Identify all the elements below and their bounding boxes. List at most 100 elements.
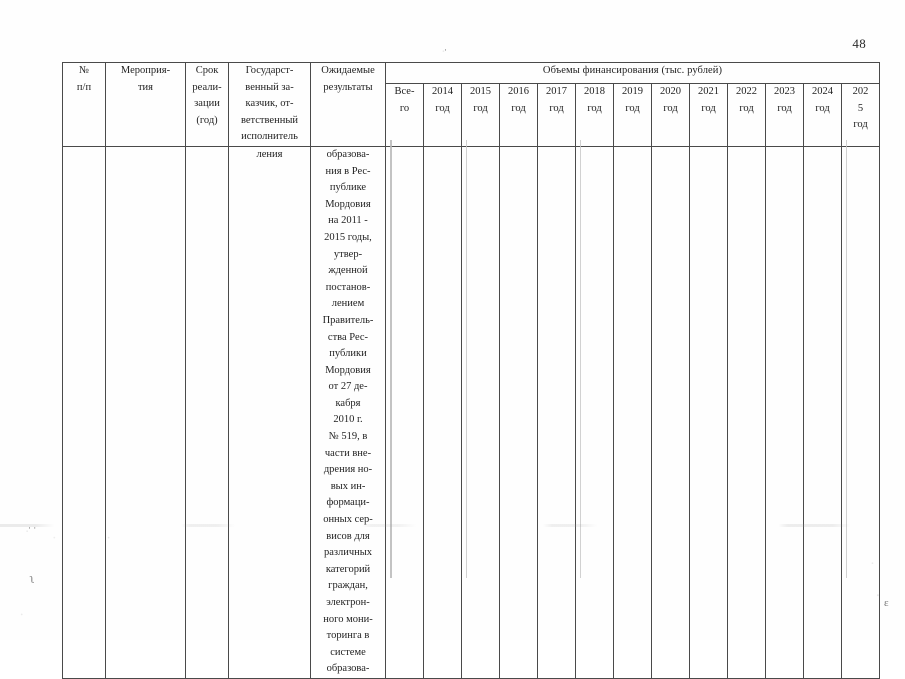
header-line: го xyxy=(399,102,410,114)
cell-text-line: утвер- xyxy=(333,248,363,260)
cell-year-2023 xyxy=(765,145,804,679)
header-cell-total: Все- го xyxy=(385,83,424,147)
cell-text-line: 2010 г. xyxy=(333,414,363,426)
header-line: год xyxy=(511,102,526,114)
cell-text-line: публике xyxy=(329,182,367,194)
cell-year-2020 xyxy=(651,145,690,679)
header-line: реали- xyxy=(192,81,222,93)
cell-text-line: вых ин- xyxy=(330,480,366,492)
header-line: год xyxy=(815,102,830,114)
cell-year-2016 xyxy=(499,145,538,679)
header-line: 2021 xyxy=(698,86,719,98)
cell-text-line: ления xyxy=(256,148,283,160)
cell-text-line: постанов- xyxy=(325,281,371,293)
cell-text-line: онных сер- xyxy=(323,514,373,526)
header-cell-year-2018: 2018 год xyxy=(575,83,614,147)
cell-total xyxy=(385,145,424,679)
header-line: 2018 xyxy=(584,86,605,98)
funding-table: № п/п Мероприя- тия Срок реали- зации (г… xyxy=(62,61,881,679)
header-line: Все- xyxy=(394,86,415,98)
header-line: год xyxy=(549,102,564,114)
cell-text-line: кабря xyxy=(335,397,361,409)
margin-speck: · · xyxy=(28,523,37,533)
header-cell-year-2021: 2021 год xyxy=(689,83,728,147)
header-cell-customer: Государст- венный за- казчик, от- ветств… xyxy=(228,62,311,147)
cell-text-line: ного мони- xyxy=(323,613,373,625)
cell-text-line: Правитель- xyxy=(322,314,374,326)
cell-text-line: на 2011 - xyxy=(328,215,368,227)
header-line: (год) xyxy=(196,114,218,126)
cell-text-line: граждан, xyxy=(328,580,368,592)
cell-text-line: жденной xyxy=(328,265,368,277)
header-line: п/п xyxy=(76,81,92,93)
header-cell-measure: Мероприя- тия xyxy=(105,62,186,147)
cell-text-line: электрон- xyxy=(326,597,370,608)
header-cell-year-2014: 2014 год xyxy=(423,83,462,147)
header-line: зации xyxy=(194,98,220,110)
cell-text-line: части вне- xyxy=(324,447,372,459)
cell-text-line: образова- xyxy=(326,663,370,675)
cell-year-2014 xyxy=(423,145,462,679)
cell-measure xyxy=(105,145,186,679)
header-line: год xyxy=(587,102,602,114)
cell-results: образова- ния в Рес- публике Мордовия на… xyxy=(310,145,386,679)
header-cell-year-2025: 202 5 год xyxy=(840,83,881,147)
header-line: 2015 xyxy=(470,86,491,98)
cell-text-line: ства Рес- xyxy=(327,331,369,343)
cell-text-line: № 519, в xyxy=(328,431,368,443)
cell-customer: ления xyxy=(228,145,311,679)
cell-text-line: системе xyxy=(330,646,366,658)
header-cell-term: Срок реали- зации (год) xyxy=(185,62,229,147)
header-line: Ожидаемые xyxy=(321,65,375,76)
cell-year-2018 xyxy=(575,145,614,679)
header-line: год xyxy=(625,102,640,114)
header-cell-year-2015: 2015 год xyxy=(461,83,500,147)
margin-pen-mark: ʅ xyxy=(30,574,35,586)
header-cell-results: Ожидаемые результаты xyxy=(310,62,386,147)
header-line: Мероприя- xyxy=(120,65,171,76)
header-line: венный за- xyxy=(245,81,294,93)
cell-text-line: публики xyxy=(329,348,367,360)
header-cell-year-2017: 2017 год xyxy=(537,83,576,147)
header-cell-year-2023: 2023 год xyxy=(765,83,804,147)
header-line: 2019 xyxy=(622,86,643,98)
header-line: год xyxy=(701,102,716,114)
cell-text-line: дрения но- xyxy=(323,464,373,476)
header-line: тия xyxy=(137,81,154,93)
header-cell-year-2020: 2020 год xyxy=(651,83,690,147)
table-header: № п/п Мероприя- тия Срок реали- зации (г… xyxy=(62,61,881,147)
cell-text-line: различных xyxy=(323,547,373,559)
header-cell-year-2024: 2024 год xyxy=(803,83,842,147)
header-line: казчик, от- xyxy=(245,98,294,110)
header-line: 2016 xyxy=(508,86,529,98)
cell-text-line: категорий xyxy=(325,563,371,575)
margin-pen-mark-right: ɛ xyxy=(884,597,889,609)
header-cell-year-2022: 2022 год xyxy=(727,83,766,147)
header-line: № xyxy=(78,65,90,76)
header-line: 202 xyxy=(852,86,869,98)
table-row: ления образова- ния в Рес- публике Мордо… xyxy=(62,145,881,679)
scanned-page: 48 № п/п Мероприя- тия Срок реали- зации… xyxy=(0,0,905,679)
header-line: год xyxy=(473,102,488,114)
header-line: Срок xyxy=(195,65,219,76)
cell-text-line: ния в Рес- xyxy=(325,165,371,177)
header-cell-year-2016: 2016 год xyxy=(499,83,538,147)
cell-no xyxy=(62,145,106,679)
header-line: год xyxy=(853,119,868,131)
header-line: исполнитель xyxy=(241,131,298,143)
cell-text-line: Мордовия xyxy=(325,364,371,376)
header-line: год xyxy=(739,102,754,114)
header-row-group: № п/п Мероприя- тия Срок реали- зации (г… xyxy=(62,61,881,147)
cell-text-line: от 27 де- xyxy=(328,381,368,393)
header-cell-funding-group: Объемы финансирования (тыс. рублей) xyxy=(384,61,881,85)
cell-text-line: Мордовия xyxy=(325,198,371,210)
cell-year-2024 xyxy=(803,145,842,679)
header-line: 2017 xyxy=(546,86,567,98)
cell-term xyxy=(185,145,229,679)
cell-year-2017 xyxy=(537,145,576,679)
header-line: 2020 xyxy=(660,86,681,98)
header-line: год xyxy=(435,102,450,114)
header-line: 5 xyxy=(857,102,864,114)
cell-year-2025 xyxy=(840,145,881,679)
header-line: 2024 xyxy=(812,86,833,98)
